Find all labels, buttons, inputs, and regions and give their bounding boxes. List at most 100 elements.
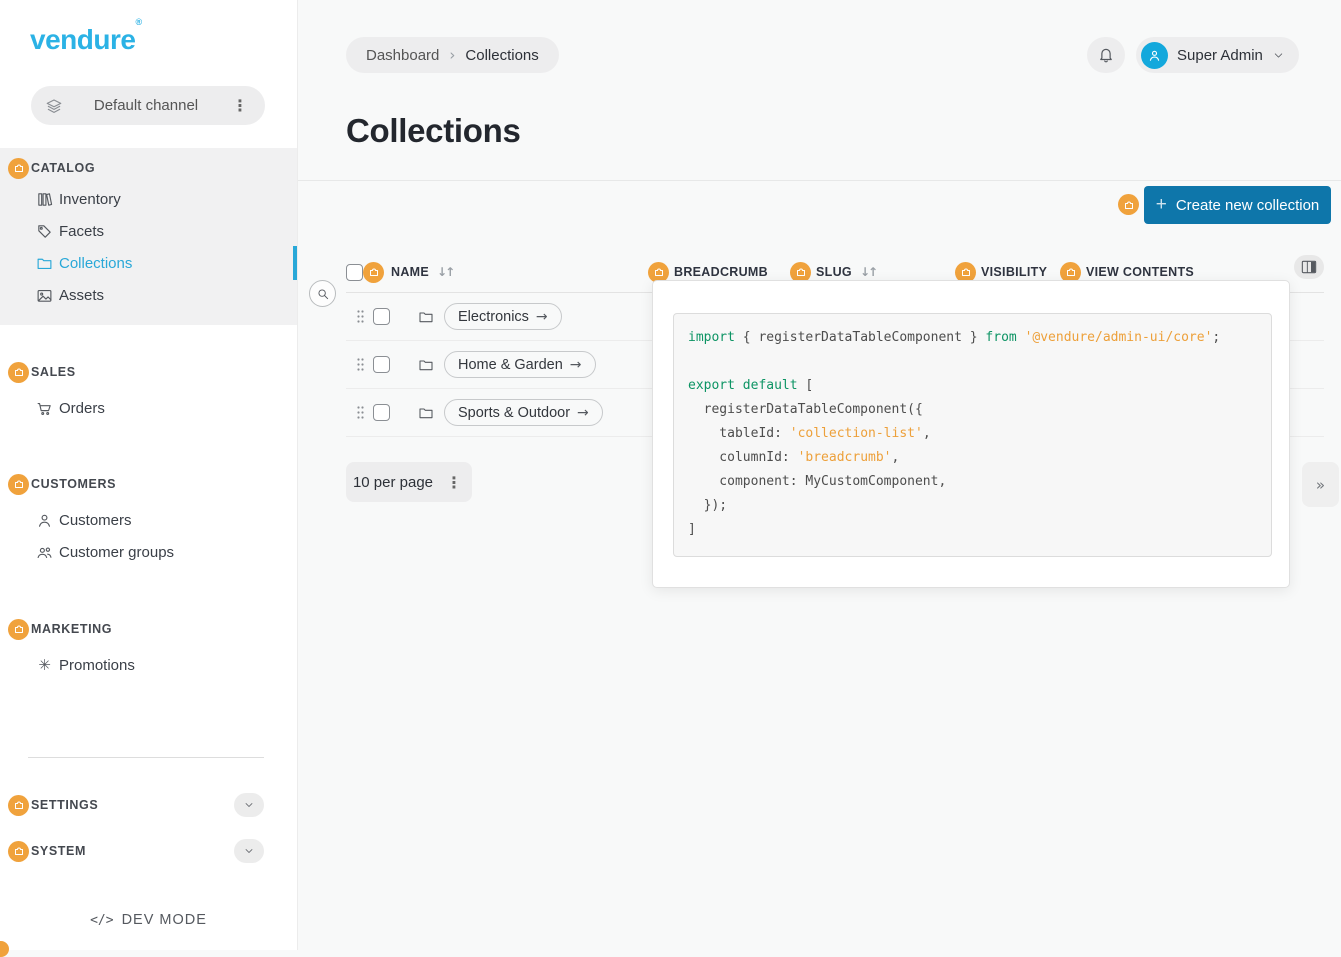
sidebar-item-promotions[interactable]: ✳ Promotions [0, 649, 297, 681]
sidebar-item-customers[interactable]: Customers [0, 504, 297, 536]
library-icon [36, 191, 53, 208]
sidebar-item-customer-groups[interactable]: Customer groups [0, 536, 297, 568]
sidebar-item-orders[interactable]: Orders [0, 392, 297, 424]
puzzle-icon [13, 366, 25, 378]
row-checkbox[interactable] [373, 404, 390, 421]
sidebar-item-inventory[interactable]: Inventory [0, 183, 297, 215]
collection-link[interactable]: Home & Garden → [444, 351, 596, 378]
tag-icon [36, 223, 53, 240]
puzzle-icon [795, 266, 807, 278]
breadcrumb-current: Collections [465, 47, 538, 64]
puzzle-icon [1123, 199, 1135, 211]
channel-kebab-icon[interactable]: ⋮ [229, 96, 251, 115]
drag-handle-icon[interactable] [357, 310, 364, 323]
puzzle-icon [368, 266, 380, 278]
nav-section-customers: CUSTOMERS Customers Customer groups [0, 469, 297, 568]
arrow-right-icon: → [536, 309, 548, 325]
dev-mode-toggle[interactable]: </> DEV MODE [0, 905, 297, 935]
dev-hint-badge[interactable] [8, 158, 29, 179]
per-page-kebab-icon: ⋮ [443, 473, 465, 492]
folder-icon [418, 405, 434, 421]
double-chevron-right-icon: » [1316, 476, 1325, 494]
search-button[interactable] [309, 280, 336, 307]
settings-expand-button[interactable] [234, 793, 264, 817]
collection-link[interactable]: Electronics → [444, 303, 562, 330]
layers-icon [45, 97, 63, 115]
promotion-icon: ✳ [36, 656, 53, 674]
arrow-right-icon: → [570, 357, 582, 373]
dev-hint-badge[interactable] [8, 841, 29, 862]
user-icon [1147, 48, 1162, 63]
active-indicator [293, 246, 297, 280]
user-name: Super Admin [1177, 47, 1263, 64]
breadcrumb-separator-icon: › [449, 46, 455, 64]
nav-section-catalog: CATALOG Inventory Facets Collections Ass… [0, 148, 297, 325]
breadcrumb-dashboard-link[interactable]: Dashboard [366, 47, 439, 64]
sidebar-item-facets[interactable]: Facets [0, 215, 297, 247]
puzzle-icon [1065, 266, 1077, 278]
puzzle-icon [653, 266, 665, 278]
dev-hint-badge[interactable] [8, 619, 29, 640]
create-new-collection-button[interactable]: + Create new collection [1144, 186, 1331, 224]
code-snippet: import { registerDataTableComponent } fr… [688, 326, 1257, 542]
code-block: import { registerDataTableComponent } fr… [673, 313, 1272, 557]
sidebar-item-assets[interactable]: Assets [0, 279, 297, 311]
sidebar-divider [28, 757, 264, 758]
column-header-name[interactable]: NAME ↓↑ [346, 262, 648, 283]
vendure-logo[interactable]: vendure® [30, 24, 142, 56]
code-icon: </> [90, 913, 113, 928]
system-expand-button[interactable] [234, 839, 264, 863]
image-icon [36, 287, 53, 304]
search-icon [316, 287, 330, 301]
sort-icon[interactable]: ↓↑ [437, 265, 453, 279]
section-header-marketing[interactable]: MARKETING [0, 614, 297, 644]
nav-section-marketing: MARKETING ✳ Promotions [0, 614, 297, 681]
section-header-catalog[interactable]: CATALOG [0, 153, 297, 183]
column-settings-button[interactable] [1294, 255, 1324, 279]
puzzle-icon [13, 478, 25, 490]
avatar [1141, 42, 1168, 69]
channel-selector[interactable]: Default channel ⋮ [31, 86, 265, 125]
bell-icon [1097, 46, 1115, 64]
plus-icon: + [1156, 194, 1167, 216]
dev-hint-badge[interactable] [8, 474, 29, 495]
select-all-checkbox[interactable] [346, 264, 363, 281]
next-page-button[interactable]: » [1302, 462, 1339, 507]
breadcrumb: Dashboard › Collections [346, 37, 559, 73]
dev-mode-label: DEV MODE [122, 912, 207, 928]
dev-hint-badge[interactable] [8, 795, 29, 816]
dev-hint-badge[interactable] [1118, 194, 1139, 215]
puzzle-icon [13, 623, 25, 635]
section-header-sales[interactable]: SALES [0, 357, 297, 387]
sort-icon[interactable]: ↓↑ [860, 265, 876, 279]
dev-hint-popover: import { registerDataTableComponent } fr… [652, 280, 1290, 588]
folder-icon [418, 309, 434, 325]
row-checkbox[interactable] [373, 356, 390, 373]
users-icon [36, 544, 53, 561]
drag-handle-icon[interactable] [357, 358, 364, 371]
dev-hint-badge[interactable] [8, 362, 29, 383]
chevron-down-icon [1272, 49, 1285, 62]
section-header-customers[interactable]: CUSTOMERS [0, 469, 297, 499]
section-header-settings[interactable]: SETTINGS [0, 790, 297, 820]
chevron-down-icon [243, 799, 255, 811]
row-checkbox[interactable] [373, 308, 390, 325]
puzzle-icon [13, 799, 25, 811]
sidebar-item-collections[interactable]: Collections [0, 247, 297, 279]
notifications-button[interactable] [1087, 37, 1125, 73]
dev-hint-badge[interactable] [363, 262, 384, 283]
page-title: Collections [346, 112, 521, 150]
header-divider [298, 180, 1341, 181]
puzzle-icon [13, 845, 25, 857]
folder-icon [418, 357, 434, 373]
trademark-mark: ® [135, 17, 141, 27]
collection-link[interactable]: Sports & Outdoor → [444, 399, 603, 426]
dev-hint-badge[interactable] [0, 941, 9, 957]
user-menu[interactable]: Super Admin [1136, 37, 1299, 73]
main-content: Dashboard › Collections Super Admin Coll… [298, 0, 1341, 950]
table-columns-icon [1301, 260, 1317, 274]
drag-handle-icon[interactable] [357, 406, 364, 419]
folder-icon [36, 255, 53, 272]
items-per-page-selector[interactable]: 10 per page ⋮ [346, 462, 472, 502]
section-header-system[interactable]: SYSTEM [0, 836, 297, 866]
